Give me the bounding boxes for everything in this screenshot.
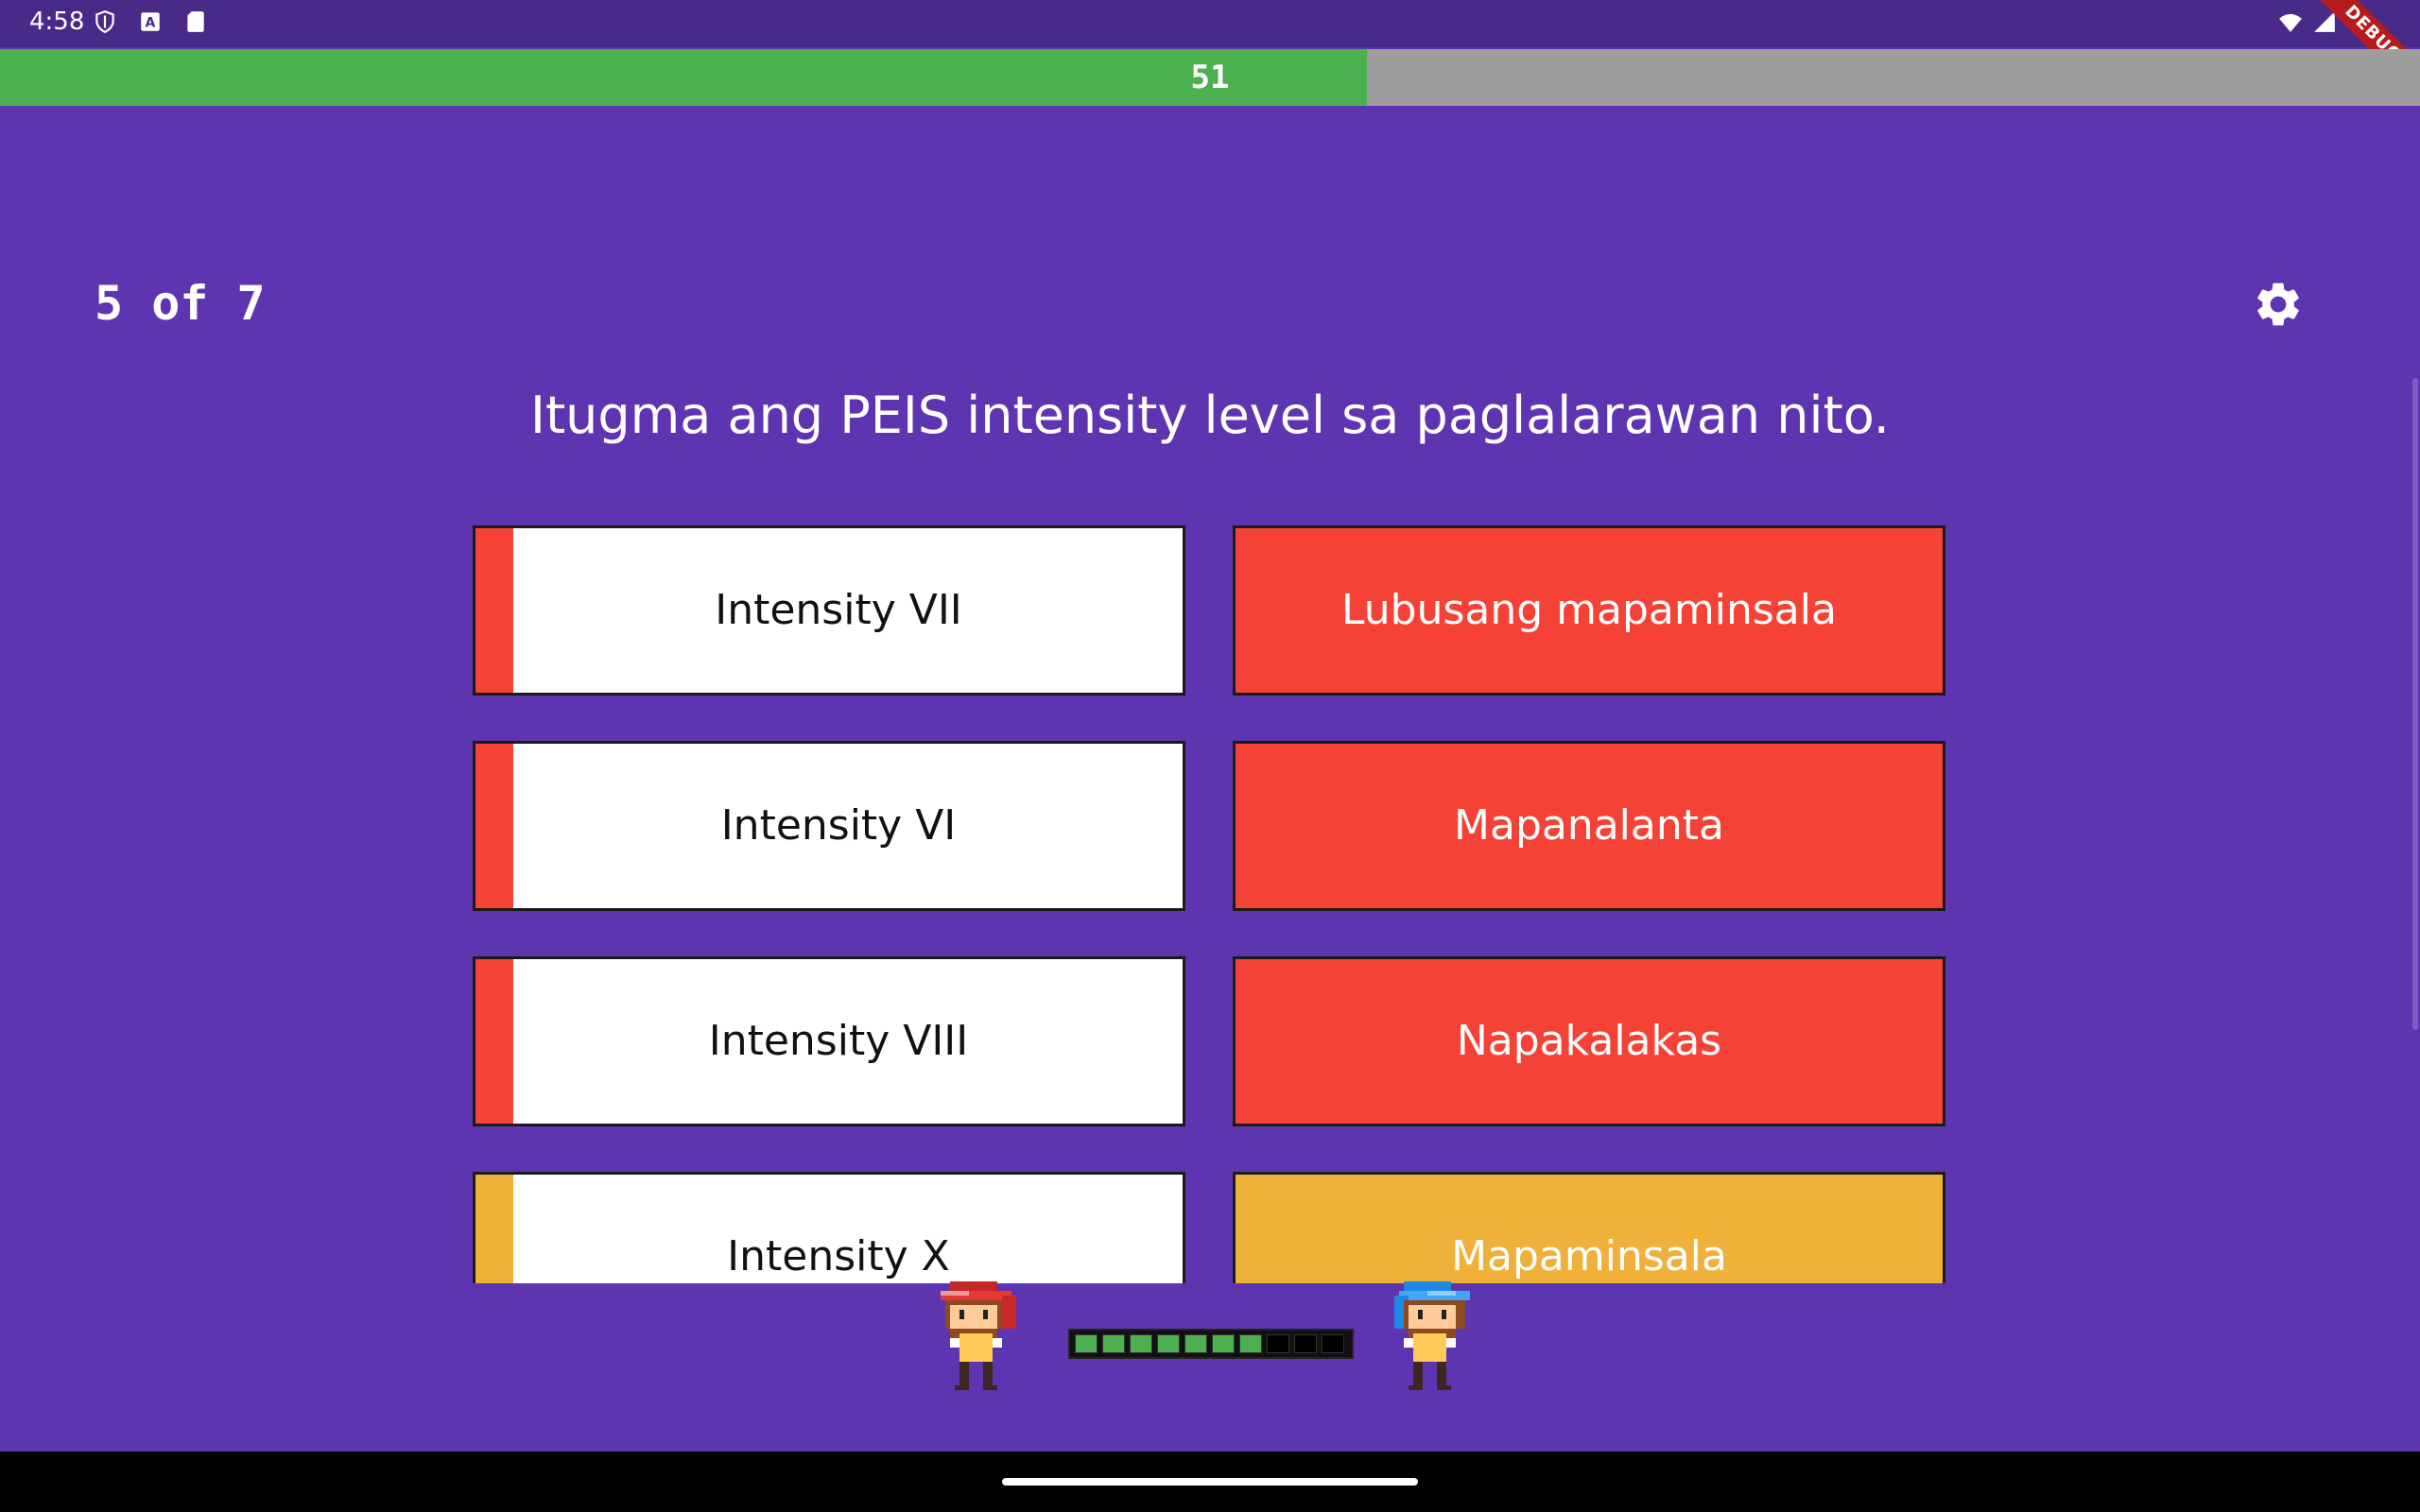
card-label: Lubusang mapaminsala [1341,586,1837,634]
health-segment [1075,1334,1098,1353]
sd-card-icon [187,11,204,32]
shield-icon [95,10,114,34]
matching-board: Intensity VII Lubusang mapaminsala Inten… [473,525,1949,1283]
left-card-1[interactable]: Intensity VII [473,525,1185,696]
left-card-3[interactable]: Intensity VIII [473,956,1185,1126]
timer-bar: 51 [0,49,2420,106]
card-label: Intensity VII [715,586,962,634]
health-segment [1102,1334,1125,1353]
left-card-4[interactable]: Intensity X [473,1172,1185,1283]
right-card-4[interactable]: Mapaminsala [1233,1172,1945,1283]
a-icon: A [141,12,160,31]
health-segment [1184,1334,1207,1353]
timer-value: 51 [1190,59,1230,96]
card-label: Intensity VI [720,801,957,850]
health-segment [1322,1334,1344,1353]
opponent-character [1394,1281,1470,1390]
player-character [941,1281,1016,1390]
question-text: Itugma ang PEIS intensity level sa pagla… [530,386,1890,445]
health-segment [1239,1334,1262,1353]
card-label: Napakalakas [1456,1017,1722,1065]
card-label: Intensity X [727,1232,950,1280]
card-label: Mapaminsala [1451,1232,1727,1280]
scrollbar[interactable] [2412,378,2418,1030]
health-segment [1212,1334,1235,1353]
left-card-2[interactable]: Intensity VI [473,741,1185,911]
right-card-1[interactable]: Lubusang mapaminsala [1233,525,1945,696]
card-label: Mapanalanta [1454,801,1724,850]
wifi-icon [2279,13,2302,32]
status-time: 4:58 [29,8,85,36]
question-counter: 5 of 7 [95,276,266,331]
health-segment [1157,1334,1180,1353]
health-segment [1130,1334,1152,1353]
card-label: Intensity VIII [708,1017,969,1065]
health-segment [1267,1334,1289,1353]
right-card-3[interactable]: Napakalakas [1233,956,1945,1126]
gear-icon[interactable] [2252,278,2305,331]
status-bar: 4:58 A DEBUG [0,0,2420,104]
health-segment [1294,1334,1317,1353]
right-card-2[interactable]: Mapanalanta [1233,741,1945,911]
health-bar [1068,1329,1354,1359]
home-gesture-handle[interactable] [1002,1478,1418,1486]
svg-text:A: A [146,15,156,30]
